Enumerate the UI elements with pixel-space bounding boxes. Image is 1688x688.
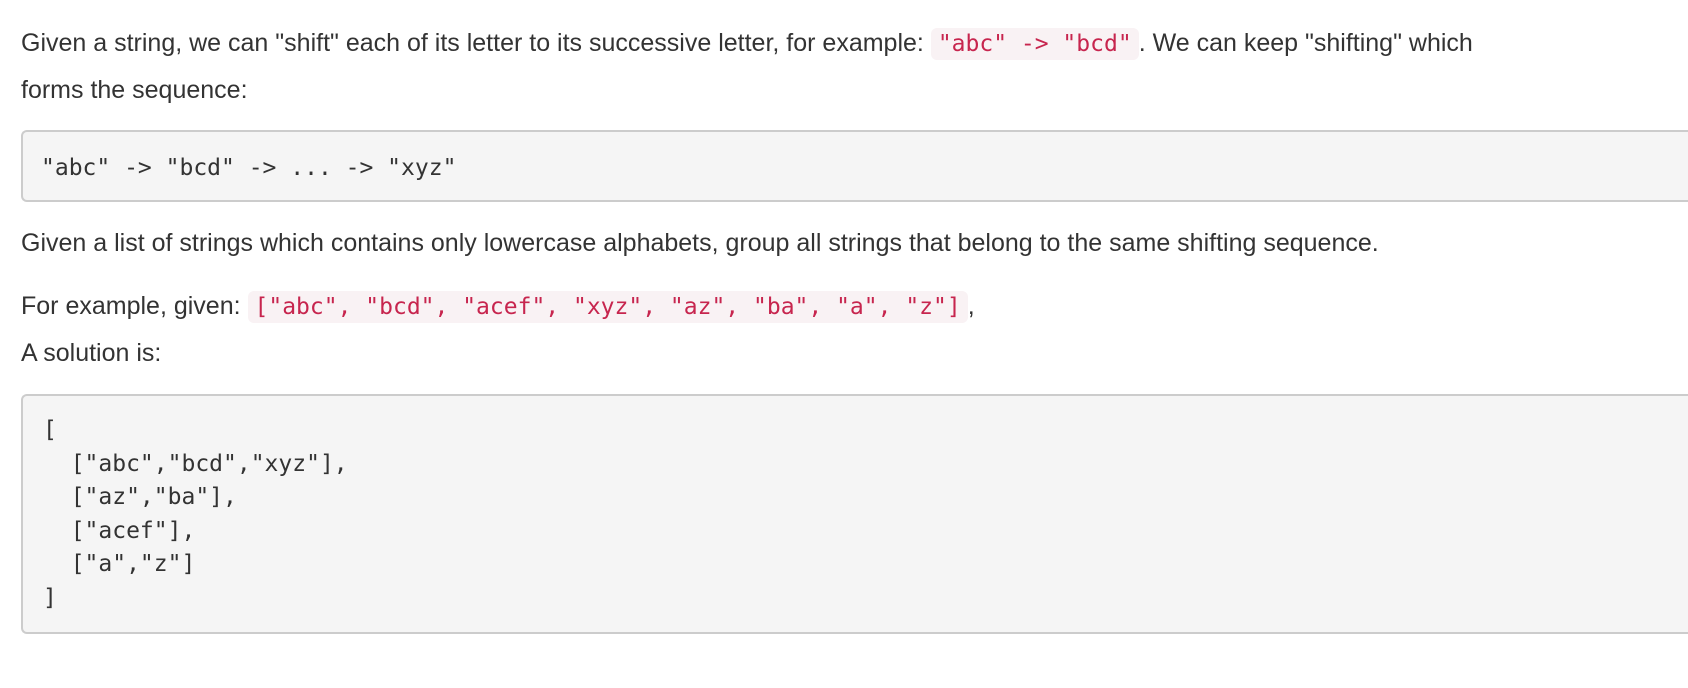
intro-text: Given a string, we can "shift" each of i…: [21, 29, 931, 57]
inline-code-example-input: ["abc", "bcd", "acef", "xyz", "az", "ba"…: [247, 291, 968, 323]
sequence-code-block: "abc" -> "bcd" -> ... -> "xyz": [21, 130, 1688, 202]
task-paragraph: Given a list of strings which contains o…: [21, 229, 1379, 257]
intro-paragraph: Given a string, we can "shift" each of i…: [21, 20, 1473, 113]
example-suffix: ,: [967, 292, 975, 320]
inline-code-shift-example: "abc" -> "bcd": [930, 28, 1139, 60]
solution-label: A solution is:: [21, 339, 162, 367]
intro-text-line2: forms the sequence:: [21, 76, 248, 104]
example-paragraph: For example, given: ["abc", "bcd", "acef…: [21, 283, 975, 330]
intro-text-continued: . We can keep "shifting" which: [1138, 29, 1473, 57]
solution-code-block: [ ["abc","bcd","xyz"], ["az","ba"], ["ac…: [21, 394, 1688, 634]
example-label: For example, given:: [21, 292, 248, 320]
